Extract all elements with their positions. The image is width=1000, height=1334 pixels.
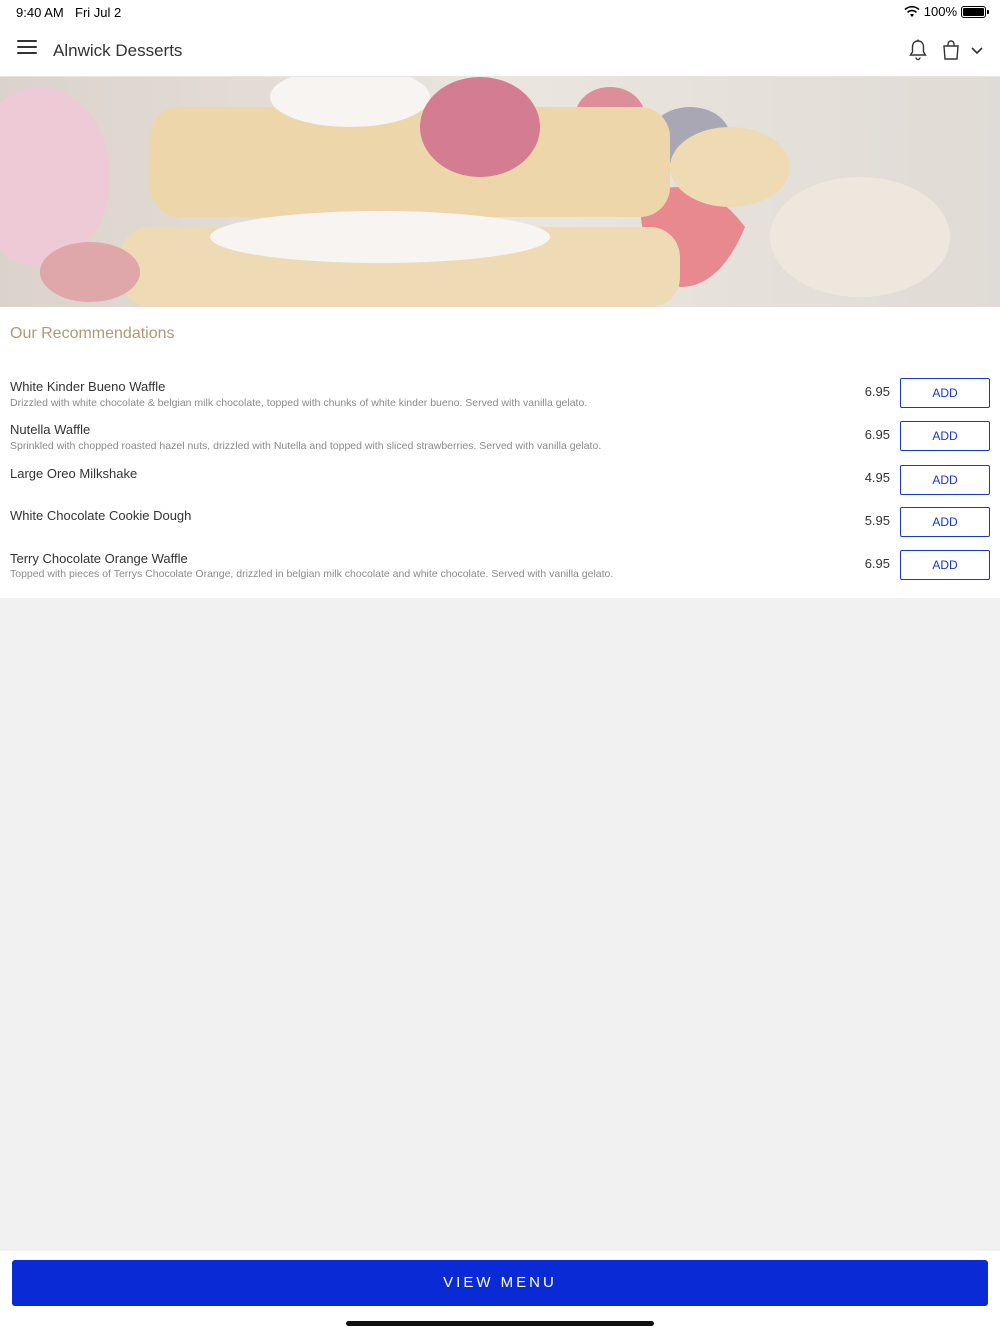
bell-icon[interactable] [906, 38, 930, 62]
section-title: Our Recommendations [10, 325, 175, 342]
add-button[interactable]: ADD [900, 465, 990, 495]
chevron-down-icon[interactable] [968, 42, 986, 58]
status-bar: 9:40 AM Fri Jul 2 100% [0, 0, 1000, 24]
home-indicator [346, 1321, 654, 1326]
status-date: Fri Jul 2 [75, 5, 122, 20]
item-name: Large Oreo Milkshake [10, 466, 138, 481]
add-button[interactable]: ADD [900, 378, 990, 408]
item-name: Terry Chocolate Orange Waffle [10, 551, 188, 566]
item-description: Topped with pieces of Terrys Chocolate O… [10, 568, 614, 580]
item-price: 5.95 [864, 513, 890, 528]
item-name: White Kinder Bueno Waffle [10, 379, 166, 394]
menu-icon[interactable] [17, 40, 37, 60]
item-price: 6.95 [864, 384, 890, 399]
item-description: Sprinkled with chopped roasted hazel nut… [10, 440, 602, 452]
item-price: 6.95 [864, 427, 890, 442]
battery-percent: 100% [923, 4, 957, 19]
status-time: 9:40 AM [16, 5, 64, 20]
view-menu-button[interactable]: VIEW MENU [12, 1260, 988, 1306]
app-header: Alnwick Desserts [0, 24, 1000, 77]
recommendations-section: Our Recommendations White Kinder Bueno W… [0, 307, 1000, 598]
wifi-icon [904, 5, 920, 17]
item-price: 6.95 [864, 556, 890, 571]
waffle-photo [0, 77, 1000, 307]
page-title: Alnwick Desserts [53, 41, 183, 60]
add-button[interactable]: ADD [900, 507, 990, 537]
item-name: Nutella Waffle [10, 422, 91, 437]
battery-icon [961, 5, 989, 18]
item-name: White Chocolate Cookie Dough [10, 508, 192, 523]
add-button[interactable]: ADD [900, 550, 990, 580]
hero-image [0, 77, 1000, 307]
item-price: 4.95 [864, 470, 890, 485]
status-right: 100% [904, 4, 989, 19]
bag-icon[interactable] [940, 38, 962, 62]
bottom-bar: VIEW MENU [0, 1251, 1000, 1334]
item-description: Drizzled with white chocolate & belgian … [10, 397, 588, 409]
add-button[interactable]: ADD [900, 421, 990, 451]
